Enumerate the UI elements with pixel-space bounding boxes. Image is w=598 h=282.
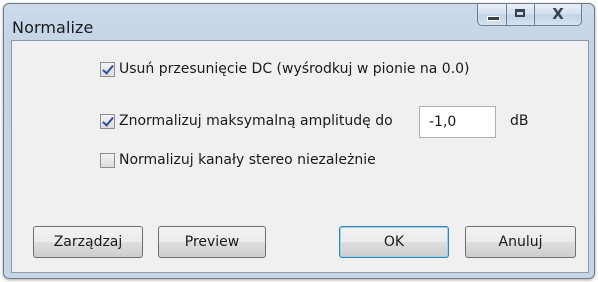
normalize-amplitude-label[interactable]: Znormalizuj maksymalną amplitudę do xyxy=(119,113,393,129)
cancel-button[interactable]: Anuluj xyxy=(465,226,576,258)
stereo-independent-option[interactable]: Normalizuj kanały stereo niezależnie xyxy=(100,152,376,168)
remove-dc-option[interactable]: Usuń przesunięcie DC (wyśrodkuj w pionie… xyxy=(100,61,470,77)
amplitude-unit: dB xyxy=(510,113,529,129)
window-title: Normalize xyxy=(12,18,94,37)
close-button[interactable]: X xyxy=(534,4,582,26)
preview-button[interactable]: Preview xyxy=(158,226,266,258)
normalize-amplitude-checkbox[interactable] xyxy=(100,113,115,129)
stereo-independent-checkbox[interactable] xyxy=(100,152,115,168)
stereo-independent-label[interactable]: Normalizuj kanały stereo niezależnie xyxy=(119,152,376,168)
title-bar[interactable]: Normalize X xyxy=(4,4,594,40)
minimize-button[interactable] xyxy=(477,4,506,26)
caption-buttons: X xyxy=(477,4,582,26)
ok-button[interactable]: OK xyxy=(339,226,449,258)
minimize-icon xyxy=(487,16,500,21)
amplitude-input[interactable] xyxy=(419,106,496,138)
remove-dc-label[interactable]: Usuń przesunięcie DC (wyśrodkuj w pionie… xyxy=(119,61,470,77)
manage-button[interactable]: Zarządzaj xyxy=(33,226,143,258)
close-icon: X xyxy=(552,5,564,23)
dialog-body: Usuń przesunięcie DC (wyśrodkuj w pionie… xyxy=(11,40,589,273)
remove-dc-checkbox[interactable] xyxy=(100,61,115,77)
maximize-icon xyxy=(515,9,525,17)
normalize-amplitude-option[interactable]: Znormalizuj maksymalną amplitudę do xyxy=(100,113,393,129)
normalize-dialog: Normalize X Usuń przesunięcie DC (wyśrod… xyxy=(3,3,595,279)
maximize-button[interactable] xyxy=(506,4,534,26)
